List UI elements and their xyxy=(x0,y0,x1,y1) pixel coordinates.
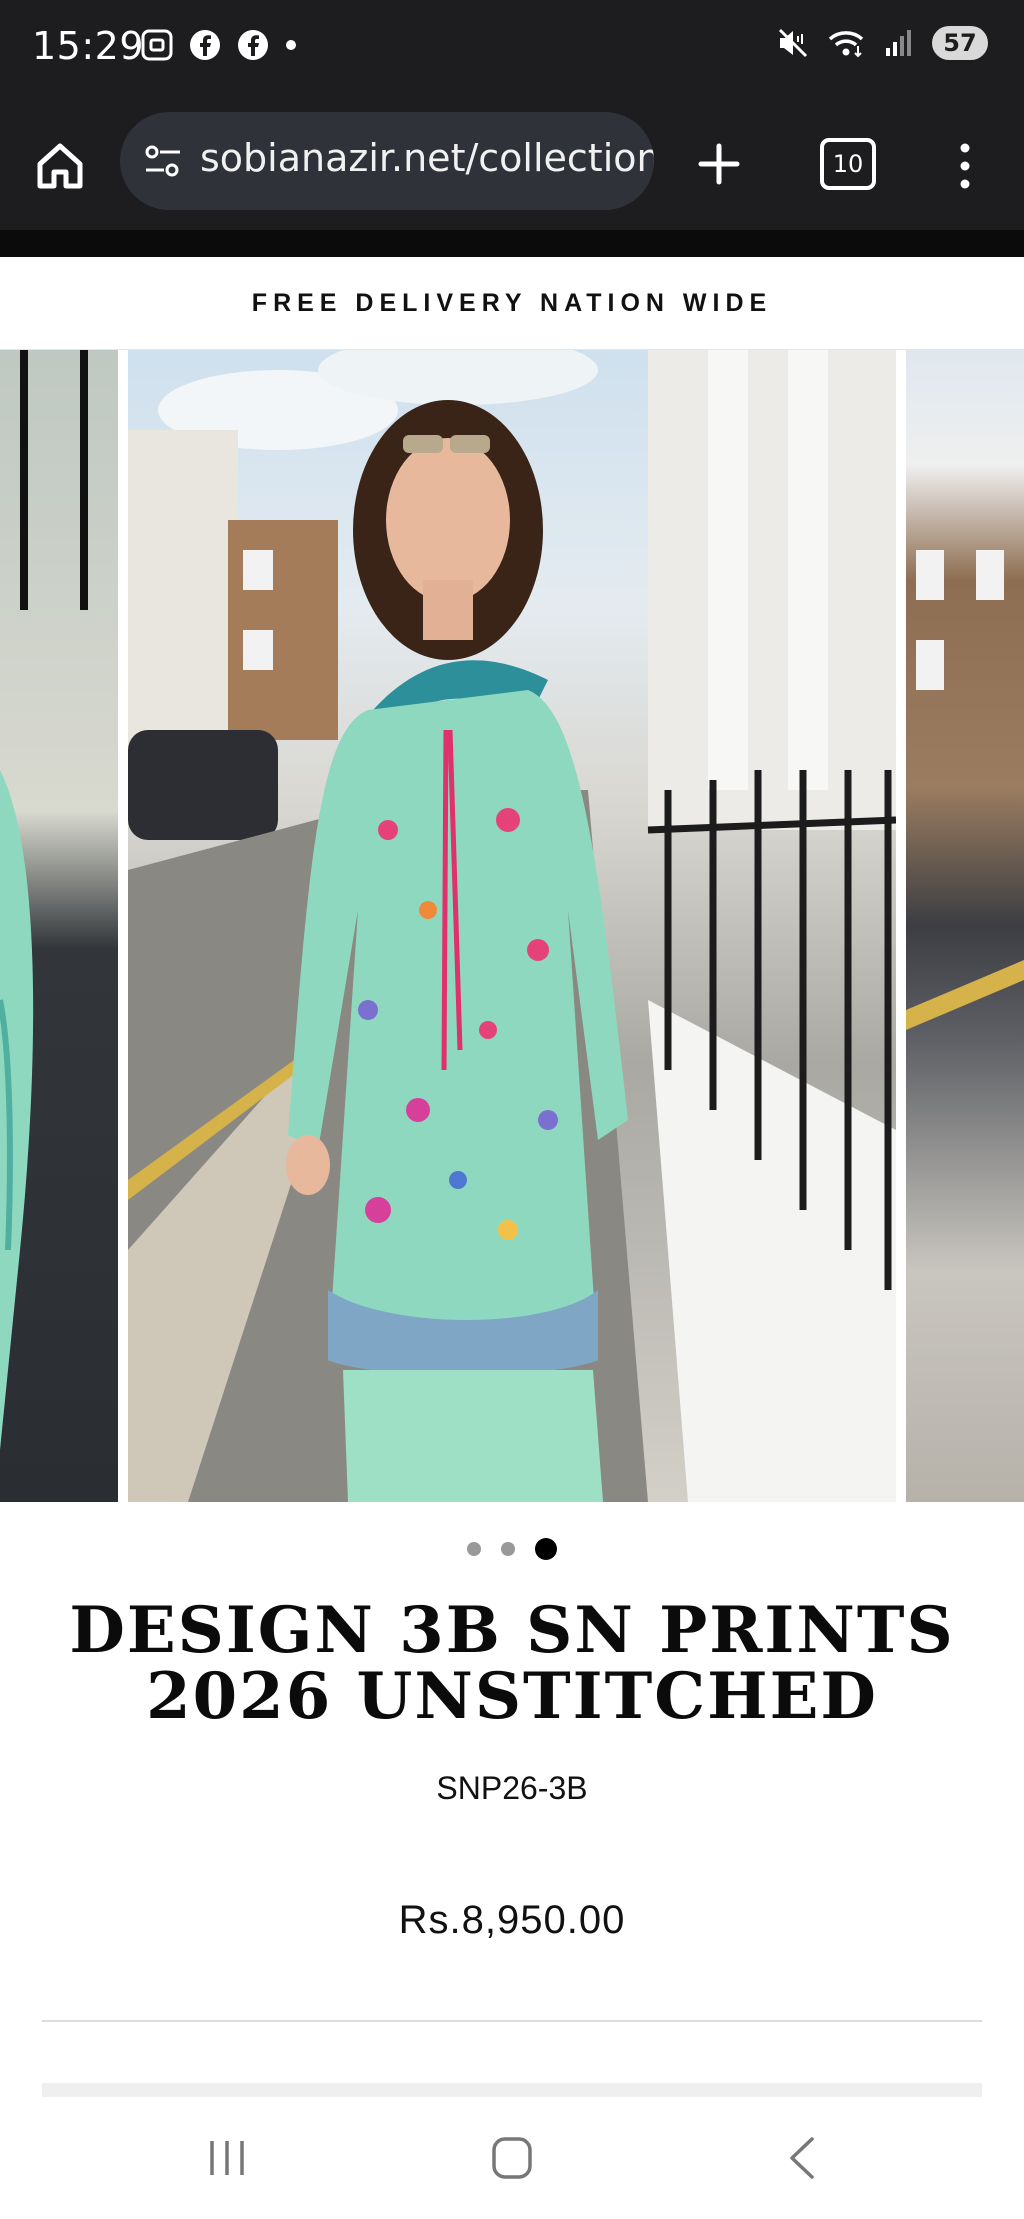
carousel-indicators xyxy=(0,1538,1024,1560)
screenshot-icon xyxy=(141,29,173,61)
more-options-icon[interactable] xyxy=(950,136,980,196)
gallery-slide-prev[interactable] xyxy=(0,350,118,1502)
facebook-icon xyxy=(190,30,220,60)
recent-apps-icon[interactable] xyxy=(206,2135,248,2181)
gallery-slide-next[interactable] xyxy=(906,350,1024,1502)
home-nav-icon[interactable] xyxy=(490,2135,534,2181)
system-nav-bar xyxy=(0,2097,1024,2219)
product-title: DESIGN 3B SN PRINTS 2026 UNSTITCHED xyxy=(60,1598,964,1730)
site-settings-icon[interactable] xyxy=(142,140,184,182)
back-icon[interactable] xyxy=(784,2135,820,2181)
gallery-slide-current[interactable] xyxy=(128,350,896,1502)
status-bar: 15:29 57 xyxy=(0,0,1024,100)
product-sku: SNP26-3B xyxy=(436,1770,588,1806)
product-price: Rs.8,950.00 xyxy=(398,1898,626,1942)
next-section-edge xyxy=(42,2083,982,2097)
browser-toolbar: sobianazir.net/collection 10 xyxy=(0,100,1024,230)
tab-switcher-button[interactable]: 10 xyxy=(820,138,876,190)
facebook-icon xyxy=(238,30,268,60)
announcement-bar: FREE DELIVERY NATION WIDE xyxy=(0,257,1024,351)
battery-icon: 57 xyxy=(932,26,988,60)
product-gallery[interactable] xyxy=(0,350,1024,1502)
product-title-line-1: DESIGN 3B SN PRINTS xyxy=(69,1593,955,1668)
dot-icon xyxy=(286,40,296,50)
product-title-line-2: 2026 UNSTITCHED xyxy=(146,1659,878,1734)
signal-icon xyxy=(886,30,911,56)
carousel-dot-3[interactable] xyxy=(535,1538,557,1560)
carousel-dot-2[interactable] xyxy=(501,1542,515,1556)
new-tab-icon[interactable] xyxy=(694,134,744,194)
mute-icon xyxy=(778,28,808,58)
carousel-dot-1[interactable] xyxy=(467,1542,481,1556)
wifi-icon xyxy=(828,31,864,58)
address-bar[interactable]: sobianazir.net/collection xyxy=(120,112,654,210)
home-icon[interactable] xyxy=(30,136,90,196)
header-band xyxy=(0,230,1024,257)
status-time: 15:29 xyxy=(32,24,145,68)
product-photo xyxy=(128,350,896,1502)
url-text[interactable]: sobianazir.net/collection xyxy=(200,136,654,180)
divider xyxy=(42,2020,982,2022)
